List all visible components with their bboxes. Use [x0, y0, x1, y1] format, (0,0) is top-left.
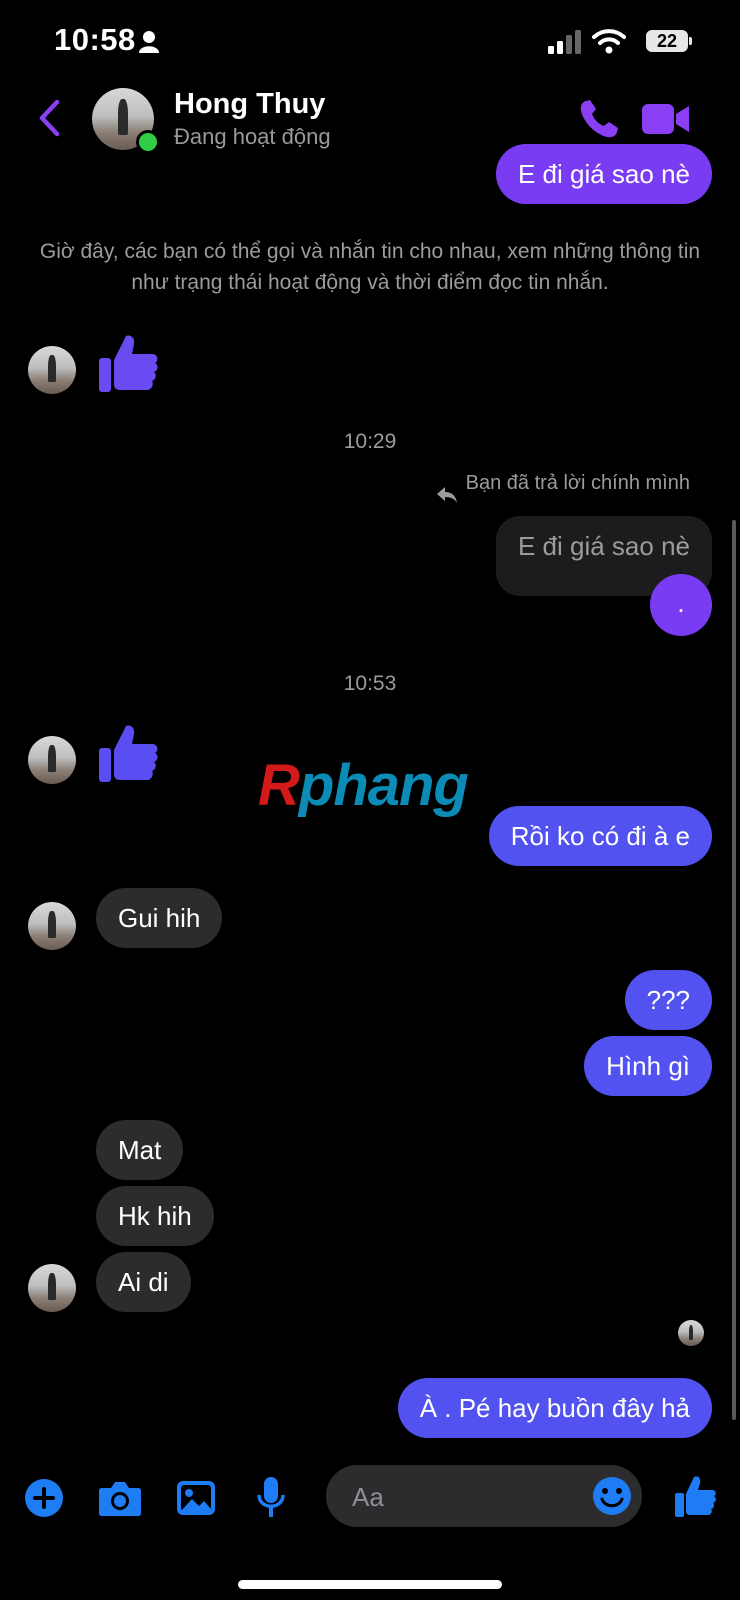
system-notice: Giờ đây, các bạn có thể gọi và nhắn tin … — [39, 240, 701, 294]
message-input-placeholder: Aa — [352, 1482, 384, 1512]
video-call-icon[interactable] — [642, 102, 690, 136]
message-outgoing-dot[interactable]: . — [650, 574, 712, 636]
phone-call-icon[interactable] — [578, 98, 622, 140]
back-chevron-icon[interactable] — [36, 98, 62, 138]
timestamp: 10:29 — [343, 430, 397, 453]
cellular-signal-icon — [548, 30, 581, 54]
status-time: 10:58 — [54, 22, 136, 57]
battery-tip — [689, 37, 692, 45]
message-incoming[interactable]: Ai di — [96, 1252, 191, 1312]
read-receipt-avatar — [678, 1320, 704, 1346]
home-indicator — [238, 1580, 502, 1589]
scrollbar[interactable] — [732, 520, 736, 1420]
message-outgoing[interactable]: Rồi ko có đi à e — [488, 806, 712, 866]
reply-arrow-icon — [437, 487, 457, 503]
photo-gallery-icon[interactable] — [176, 1480, 216, 1516]
plus-icon[interactable] — [24, 1478, 64, 1518]
contact-avatar-small[interactable] — [28, 736, 76, 784]
contact-avatar-small[interactable] — [28, 346, 76, 394]
emoji-icon[interactable] — [592, 1476, 632, 1516]
timestamp: 10:53 — [343, 672, 397, 695]
camera-icon[interactable] — [98, 1480, 142, 1516]
person-icon — [139, 31, 159, 53]
contact-avatar-small[interactable] — [28, 902, 76, 950]
send-like-icon[interactable] — [674, 1474, 716, 1518]
watermark-logo: Rphang — [258, 753, 469, 818]
contact-avatar-small[interactable] — [28, 1264, 76, 1312]
message-incoming[interactable]: Hk hih — [96, 1186, 214, 1246]
microphone-icon[interactable] — [256, 1476, 286, 1518]
contact-activity-status: Đang hoạt động — [174, 124, 331, 149]
thumbs-up-icon[interactable] — [98, 332, 160, 394]
thumbs-up-icon[interactable] — [98, 722, 160, 784]
battery-indicator: 22 — [646, 30, 688, 52]
message-incoming[interactable]: Gui hih — [96, 888, 223, 948]
message-outgoing[interactable]: ??? — [624, 970, 712, 1030]
message-outgoing[interactable]: Hình gì — [584, 1036, 712, 1096]
online-status-dot — [136, 130, 160, 154]
message-outgoing[interactable]: À . Pé hay buồn đây hả — [397, 1378, 712, 1438]
reply-label: Bạn đã trả lời chính mình — [465, 472, 690, 494]
wifi-icon — [592, 29, 626, 54]
contact-name[interactable]: Hong Thuy — [174, 88, 325, 121]
message-outgoing[interactable]: E đi giá sao nè — [495, 144, 712, 204]
message-incoming[interactable]: Mat — [96, 1120, 184, 1180]
